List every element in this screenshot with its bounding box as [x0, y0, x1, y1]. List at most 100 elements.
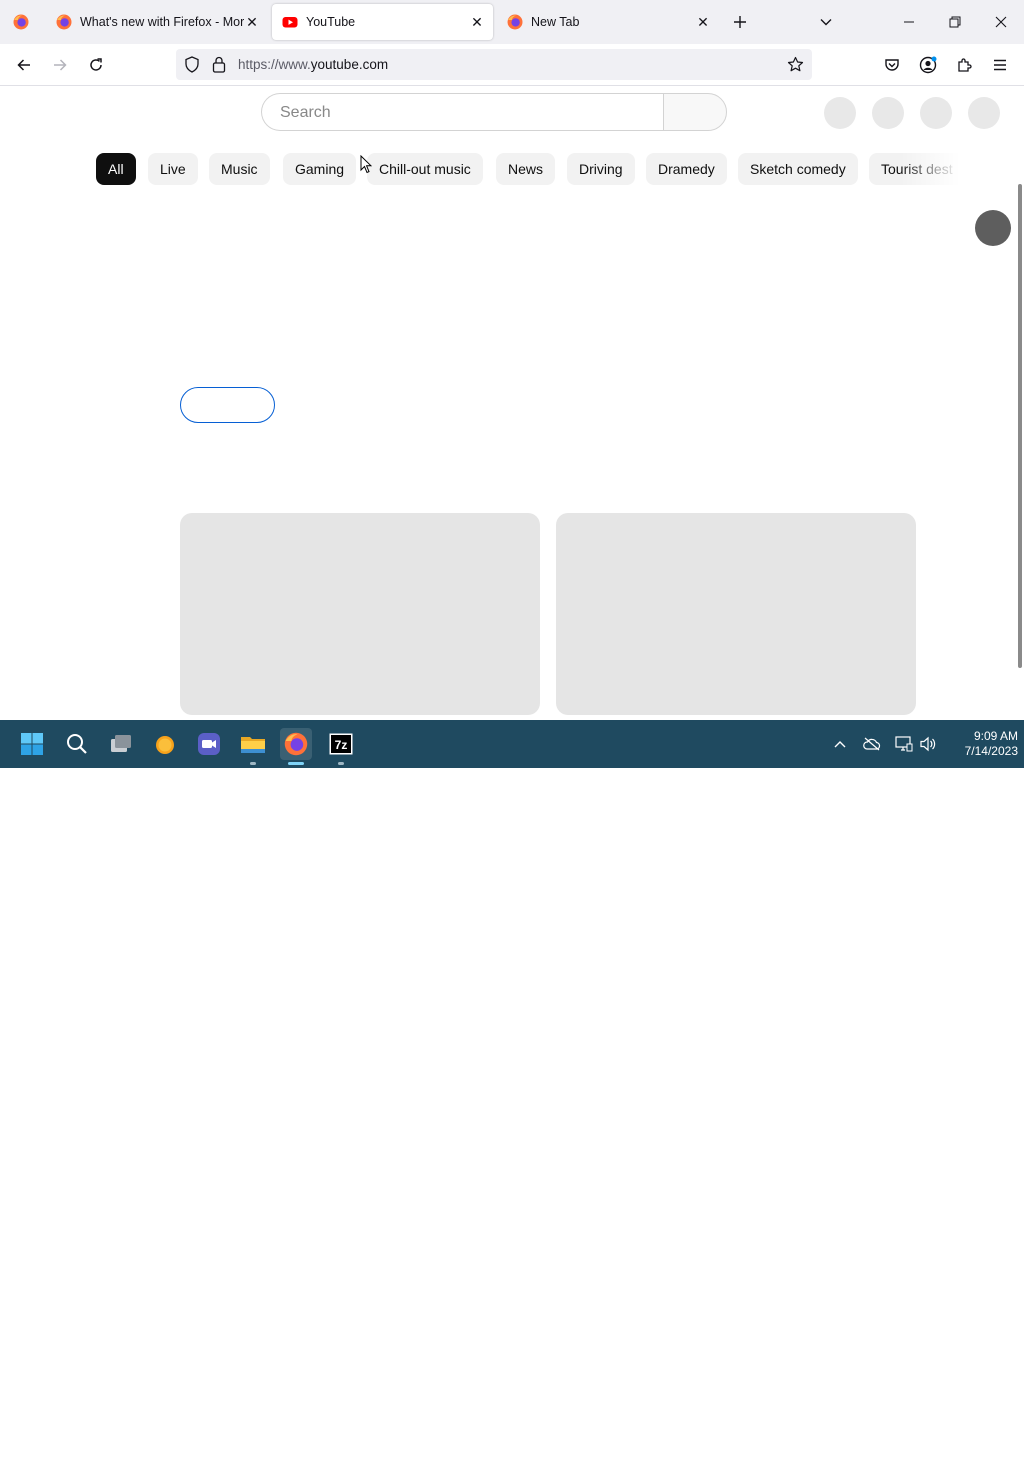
7zip-icon: 7z: [329, 733, 353, 755]
close-icon[interactable]: ✕: [469, 14, 485, 30]
volume-icon: [920, 736, 936, 752]
forward-button[interactable]: [45, 50, 75, 80]
youtube-icon: [282, 17, 298, 28]
clock-time: 9:09 AM: [973, 729, 1018, 743]
minimize-button[interactable]: [886, 0, 932, 44]
taskbar-search-button[interactable]: [61, 728, 93, 760]
running-indicator: [338, 762, 344, 765]
firefox-taskbar-button[interactable]: [280, 728, 312, 765]
pinned-tab-firefox[interactable]: [0, 4, 42, 40]
firefox-icon: [13, 14, 29, 30]
tab-title: YouTube: [306, 15, 356, 29]
tab-title: New Tab: [531, 15, 580, 29]
chips-fade-overlay: [900, 153, 960, 185]
firefox-icon: [56, 14, 72, 30]
list-all-tabs-button[interactable]: [812, 8, 840, 36]
firefox-icon: [507, 14, 523, 30]
chip-dramedy[interactable]: Dramedy: [646, 153, 727, 185]
onedrive-icon: [863, 737, 881, 751]
chip-news[interactable]: News: [496, 153, 556, 185]
star-icon[interactable]: [787, 56, 804, 73]
windows-start-icon: [21, 733, 43, 755]
chip-all[interactable]: All: [96, 153, 136, 185]
chip-music[interactable]: Music: [209, 153, 270, 185]
close-icon[interactable]: ✕: [244, 14, 260, 30]
firefox-account-button[interactable]: [913, 50, 943, 80]
search-button[interactable]: [663, 93, 727, 131]
file-explorer-button[interactable]: [237, 728, 269, 765]
running-indicator: [250, 762, 256, 765]
address-bar[interactable]: https://www.youtube.com: [176, 49, 812, 80]
teams-chat-button[interactable]: [193, 728, 225, 760]
header-icon-placeholder[interactable]: [824, 97, 856, 129]
task-view-button[interactable]: [105, 728, 137, 760]
header-icon-placeholder[interactable]: [968, 97, 1000, 129]
sign-in-button[interactable]: [180, 387, 275, 423]
page-scrollbar[interactable]: [1018, 184, 1022, 668]
url-text[interactable]: https://www.youtube.com: [238, 57, 388, 72]
chip-gaming[interactable]: Gaming: [283, 153, 357, 185]
account-icon: [919, 56, 937, 74]
url-prefix: https://www.: [238, 57, 311, 72]
header-icon-placeholder[interactable]: [872, 97, 904, 129]
chip-live[interactable]: Live: [148, 153, 198, 185]
start-button[interactable]: [16, 728, 48, 760]
chip-chill-out-music[interactable]: Chill-out music: [367, 153, 483, 185]
search-box: [261, 93, 663, 131]
youtube-page: All Live Music Gaming Chill-out music Ne…: [0, 86, 1024, 720]
restore-icon: [949, 16, 961, 28]
chevron-up-icon: [834, 741, 846, 748]
network-tray-icon[interactable]: [894, 734, 914, 754]
search-icon: [67, 734, 87, 754]
tab-new-tab[interactable]: New Tab ✕: [497, 4, 719, 40]
extensions-button[interactable]: [949, 50, 979, 80]
menu-icon: [994, 59, 1006, 71]
back-button[interactable]: [9, 50, 39, 80]
tab-youtube[interactable]: YouTube ✕: [272, 4, 493, 40]
network-icon: [895, 736, 913, 752]
close-icon: [995, 16, 1007, 28]
tab-firefox-whats-new[interactable]: What's new with Firefox - More ✕: [46, 4, 268, 40]
lock-icon[interactable]: [212, 56, 226, 73]
volume-tray-icon[interactable]: [918, 734, 938, 754]
task-view-icon: [111, 735, 131, 752]
weather-sun-icon: [156, 736, 174, 754]
extensions-icon: [958, 58, 972, 72]
video-thumbnail-placeholder[interactable]: [180, 513, 540, 715]
close-window-button[interactable]: [978, 0, 1024, 44]
pocket-icon: [885, 59, 899, 71]
chip-sketch-comedy[interactable]: Sketch comedy: [738, 153, 858, 185]
close-icon[interactable]: ✕: [695, 14, 711, 30]
minimize-icon: [904, 21, 914, 23]
chip-driving[interactable]: Driving: [567, 153, 635, 185]
windows-taskbar: 86° 7z: [0, 720, 1024, 1459]
header-icon-placeholder[interactable]: [920, 97, 952, 129]
shield-icon[interactable]: [184, 56, 200, 73]
reload-button[interactable]: [81, 50, 111, 80]
forward-icon: [54, 59, 67, 71]
file-explorer-icon: [241, 737, 265, 753]
show-hidden-icons-button[interactable]: [830, 734, 850, 754]
7zip-taskbar-button[interactable]: 7z: [325, 728, 357, 765]
new-tab-button[interactable]: [726, 8, 754, 36]
taskbar-clock[interactable]: 9:09 AM 7/14/2023: [948, 729, 1018, 759]
video-call-icon: [198, 733, 220, 755]
save-to-pocket-button[interactable]: [877, 50, 907, 80]
category-chips-bar: All Live Music Gaming Chill-out music Ne…: [96, 153, 958, 185]
restore-button[interactable]: [932, 0, 978, 44]
back-icon: [17, 59, 30, 71]
video-thumbnail-placeholder[interactable]: [556, 513, 916, 715]
clock-date: 7/14/2023: [964, 744, 1018, 758]
chevron-down-icon: [820, 19, 832, 26]
reload-icon: [90, 58, 102, 71]
mouse-cursor-icon: [360, 155, 372, 174]
search-input[interactable]: [278, 103, 652, 123]
onedrive-tray-icon[interactable]: [862, 734, 882, 754]
svg-text:7z: 7z: [335, 738, 348, 752]
firefox-icon: [284, 732, 308, 756]
tab-strip: What's new with Firefox - More ✕ YouTube…: [0, 0, 1024, 44]
avatar[interactable]: [975, 210, 1011, 246]
weather-widget-button[interactable]: [149, 728, 181, 760]
app-menu-button[interactable]: [985, 50, 1015, 80]
tab-title: What's new with Firefox - More: [80, 15, 244, 29]
